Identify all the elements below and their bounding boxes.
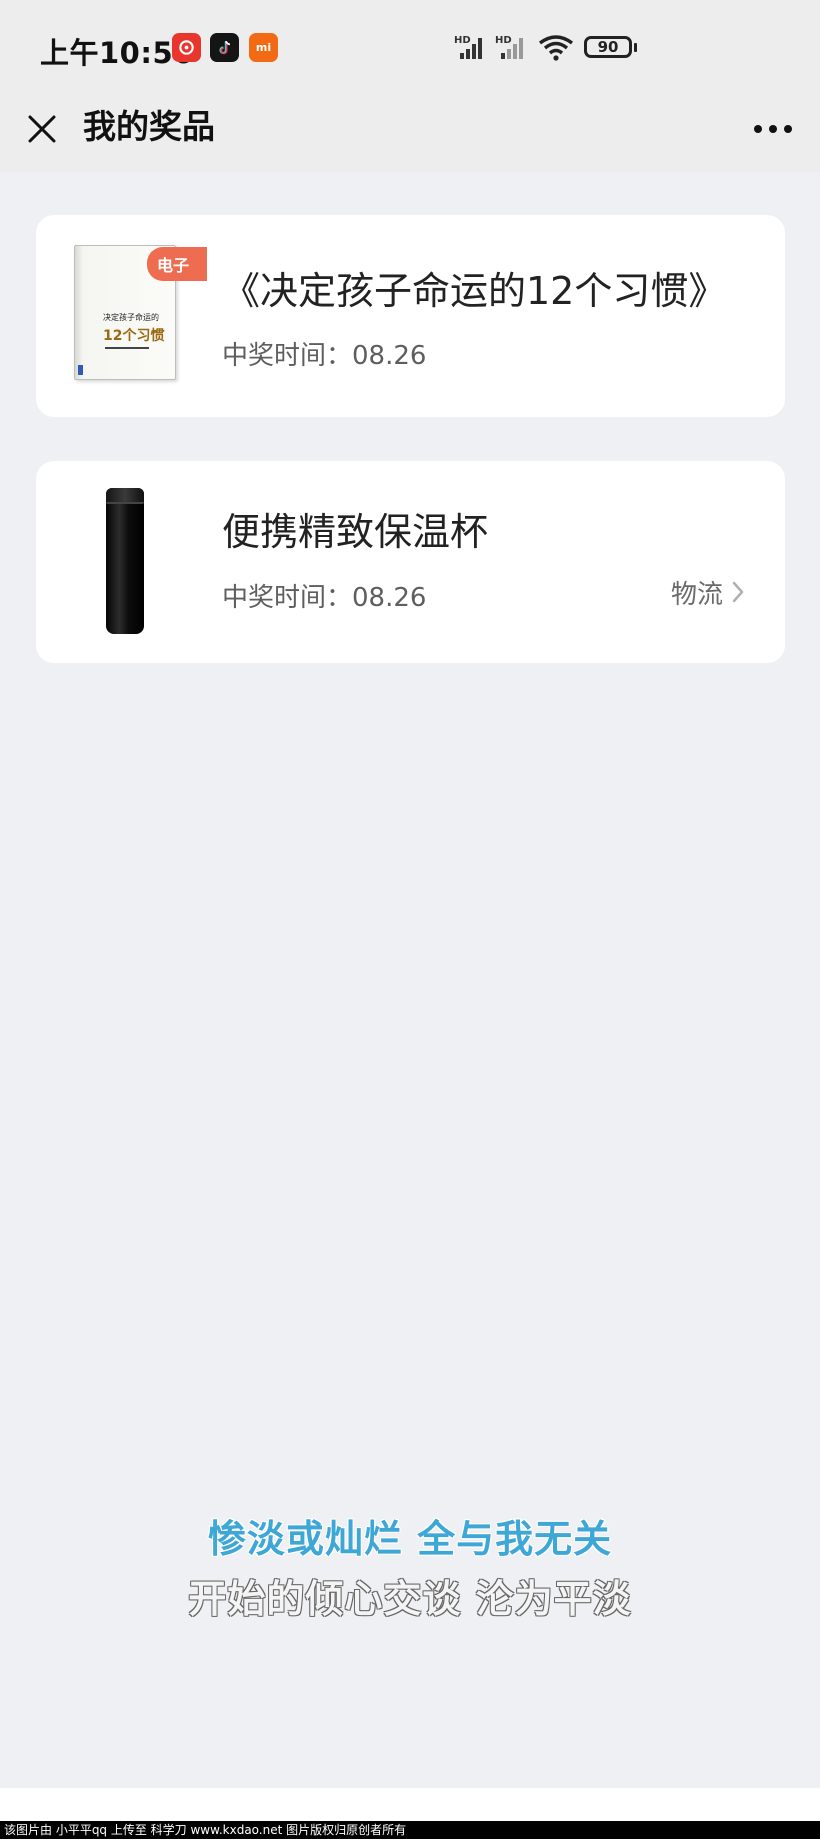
status-time: 上午10:56 <box>40 36 194 70</box>
book-cover-decoration <box>105 347 149 349</box>
watermark-text: 该图片由 小平平qq 上传至 科学刀 www.kxdao.net 图片版权归原创… <box>0 1821 820 1839</box>
prize-name: 《决定孩子命运的12个习惯》 <box>222 269 727 313</box>
prize-time: 中奖时间：08.26 <box>222 341 427 371</box>
book-cover-title: 决定孩子命运的 <box>103 313 159 322</box>
logistics-label: 物流 <box>670 579 723 610</box>
signal-icon-2: HD <box>495 35 523 59</box>
thermos-cup-image <box>106 488 144 634</box>
wifi-icon <box>538 35 574 61</box>
close-button[interactable] <box>18 105 66 153</box>
bottom-bar <box>0 1788 820 1821</box>
nav-bar: 我的奖品 <box>0 95 820 172</box>
prize-name: 便携精致保温杯 <box>222 510 489 554</box>
signal-hd-label: HD <box>454 35 471 46</box>
prize-time: 中奖时间：08.26 <box>222 583 427 613</box>
netease-music-icon <box>172 33 201 62</box>
page-title: 我的奖品 <box>83 107 215 146</box>
battery-tip <box>634 43 637 52</box>
lyric-line-next: 开始的倾心交谈 沦为平淡 <box>188 1577 632 1621</box>
battery-icon: 90 <box>584 36 632 58</box>
more-button[interactable] <box>746 105 800 153</box>
book-cover-subtitle: 12个习惯 <box>103 328 165 344</box>
chevron-right-icon <box>732 581 744 603</box>
mi-icon-label: mi <box>255 41 272 54</box>
prize-card[interactable]: 决定孩子命运的 12个习惯 电子 《决定孩子命运的12个习惯》 中奖时间：08.… <box>36 215 785 417</box>
close-icon <box>28 115 56 143</box>
thermos-cap <box>106 488 144 504</box>
status-bar: 上午10:56 mi HD HD 90 <box>0 0 820 95</box>
signal-icon: HD <box>454 35 482 59</box>
ebook-badge: 电子 <box>147 247 214 281</box>
mi-icon: mi <box>249 33 278 62</box>
more-icon <box>754 125 762 133</box>
signal-hd-label-2: HD <box>495 35 512 46</box>
tiktok-icon <box>210 33 239 62</box>
logistics-link[interactable]: 物流 <box>671 574 745 610</box>
prize-card[interactable]: 便携精致保温杯 中奖时间：08.26 物流 <box>36 461 785 663</box>
book-spine-mark <box>78 365 83 375</box>
lyric-line-current: 惨淡或灿烂 全与我无关 <box>207 1517 613 1561</box>
